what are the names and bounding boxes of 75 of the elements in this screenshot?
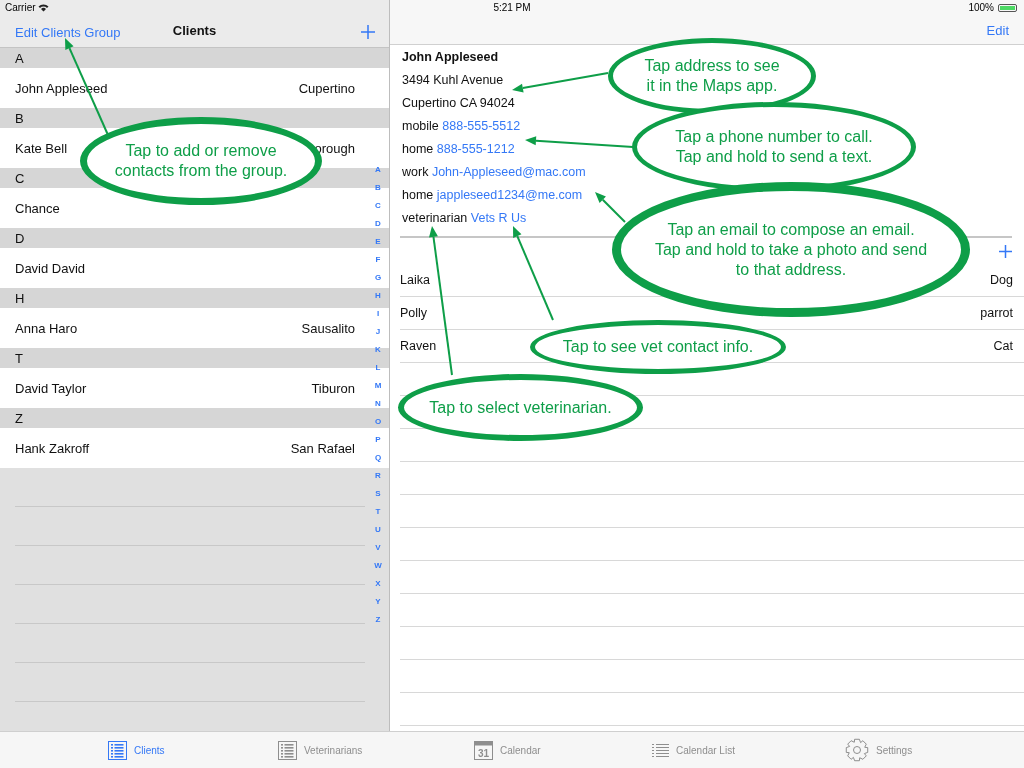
client-city: Sausalito xyxy=(301,320,355,336)
index-letter[interactable]: U xyxy=(375,521,381,539)
tab-item[interactable]: Calendar List xyxy=(652,732,845,768)
edit-button[interactable]: Edit xyxy=(986,23,1009,38)
calendar-icon: 31 xyxy=(474,740,493,760)
client-name[interactable]: David Taylor xyxy=(15,380,87,396)
tab-item[interactable]: 31 Calendar xyxy=(474,732,652,768)
client-name[interactable]: Hank Zakroff xyxy=(15,440,90,456)
index-letter[interactable]: X xyxy=(375,575,381,593)
client-name[interactable]: Anna Haro xyxy=(15,320,78,336)
pet-type: parrot xyxy=(980,306,1013,320)
plus-icon[interactable] xyxy=(999,244,1012,258)
contact-link[interactable]: 888-555-1212 xyxy=(436,142,515,156)
battery-percentage: 100% xyxy=(968,2,994,13)
index-letter[interactable]: C xyxy=(375,197,381,215)
contact-label: veterinarian xyxy=(402,211,469,225)
index-letter[interactable]: Z xyxy=(375,611,381,629)
index-letter[interactable]: D xyxy=(375,215,381,233)
tab-item[interactable]: Veterinarians xyxy=(278,732,474,768)
index-letter[interactable]: O xyxy=(374,413,382,431)
contact-link[interactable]: 888-555-5512 xyxy=(442,119,521,133)
contact-link[interactable]: John-Appleseed@mac.com xyxy=(431,165,586,179)
contact-label: work xyxy=(402,165,430,179)
settings-icon xyxy=(845,738,869,762)
contact-link[interactable]: Vets R Us xyxy=(470,211,527,225)
index-letter[interactable]: R xyxy=(375,467,381,485)
nav-title: Clients xyxy=(171,23,218,38)
contact-label: mobile xyxy=(402,119,440,133)
index-letter[interactable]: F xyxy=(375,251,381,269)
index-letter[interactable]: T xyxy=(375,503,381,521)
client-name[interactable]: Chance xyxy=(15,200,60,216)
index-letter[interactable]: P xyxy=(375,431,381,449)
arrow xyxy=(595,192,626,223)
pet-name[interactable]: Polly xyxy=(400,306,428,320)
index-letter[interactable]: Q xyxy=(374,449,382,467)
tab-item[interactable]: Settings xyxy=(845,732,913,768)
list-icon xyxy=(652,742,669,758)
list-icon xyxy=(108,740,127,760)
index-letter[interactable]: M xyxy=(374,377,382,395)
section-header: A xyxy=(0,48,389,68)
index-letter[interactable]: N xyxy=(375,395,381,413)
tab-item[interactable]: Clients xyxy=(108,732,278,768)
index-letter[interactable]: V xyxy=(375,539,381,557)
contact-name: John Appleseed xyxy=(402,49,499,66)
carrier-label: Carrier xyxy=(5,2,36,13)
client-city: Tiburon xyxy=(311,380,355,396)
pet-name[interactable]: Raven xyxy=(400,339,437,353)
edit-group-button[interactable]: Edit Clients Group xyxy=(15,24,121,40)
contact-label: home xyxy=(402,188,435,202)
client-city: Cupertino xyxy=(298,80,355,96)
index-letter[interactable]: G xyxy=(374,269,382,287)
index-letter[interactable]: K xyxy=(375,341,381,359)
list-icon xyxy=(278,740,297,760)
index-letter[interactable]: L xyxy=(375,359,381,377)
index-letter[interactable]: W xyxy=(374,557,382,575)
client-city: San Rafael xyxy=(290,440,355,456)
contact-link[interactable]: jappleseed1234@me.com xyxy=(436,188,583,202)
index-letter[interactable]: S xyxy=(375,485,381,503)
address-line[interactable]: Cupertino CA 94024 xyxy=(402,92,515,115)
client-name[interactable]: Kate Bell xyxy=(15,140,68,156)
index-letter[interactable]: H xyxy=(375,287,381,305)
pet-name[interactable]: Laika xyxy=(400,273,430,287)
index-letter[interactable]: J xyxy=(375,323,381,341)
index-letter[interactable]: A xyxy=(375,161,381,179)
index-letter[interactable]: B xyxy=(375,179,381,197)
pet-type: Cat xyxy=(993,339,1013,353)
wifi-icon xyxy=(38,3,49,12)
index-letter[interactable]: E xyxy=(375,233,381,251)
plus-icon[interactable] xyxy=(361,25,375,39)
index-letter[interactable]: Y xyxy=(375,593,381,611)
contact-label: home xyxy=(402,142,435,156)
pet-type: Dog xyxy=(990,273,1013,287)
clock-time: 5:21 PM xyxy=(492,2,532,13)
address-line[interactable]: 3494 Kuhl Avenue xyxy=(402,69,504,92)
client-name[interactable]: David David xyxy=(15,260,86,276)
